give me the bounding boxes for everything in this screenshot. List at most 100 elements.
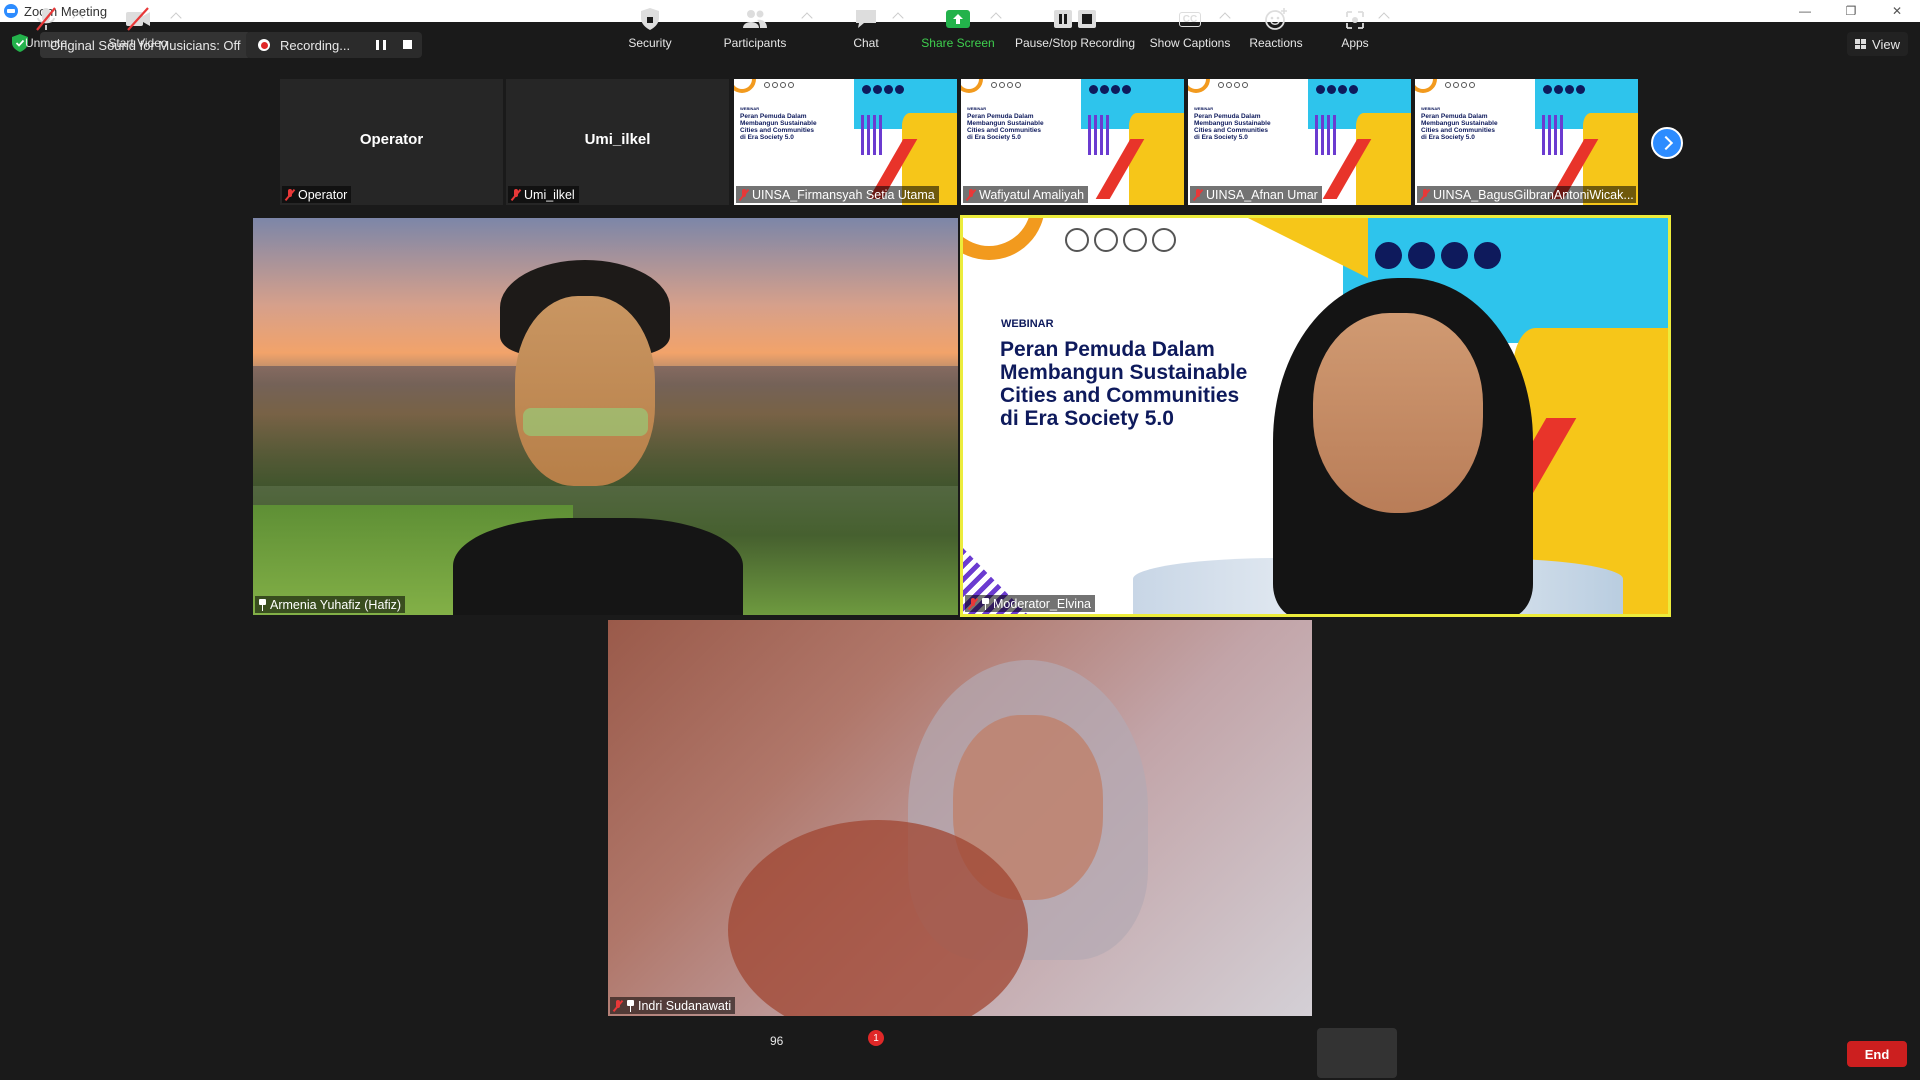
pin-icon — [258, 598, 267, 611]
reactions-button[interactable]: Reactions — [1246, 0, 1306, 56]
participants-label: Participants — [723, 36, 787, 50]
restore-icon[interactable]: ❐ — [1828, 0, 1874, 22]
pause-stop-recording-label: Pause/Stop Recording — [1014, 36, 1136, 50]
participant-name-tag: Wafiyatul Amaliyah — [963, 186, 1089, 203]
slide-webinar-text: WEBINAR — [1194, 106, 1214, 111]
participants-button[interactable]: Participants — [718, 0, 792, 56]
unmute-button[interactable]: Unmute — [18, 0, 74, 56]
shield-icon — [641, 8, 659, 30]
stop-recording-icon[interactable] — [403, 40, 412, 49]
share-screen-button[interactable]: Share Screen — [920, 0, 996, 56]
pin-icon — [981, 597, 990, 610]
participant-name-tag: Operator — [282, 186, 352, 203]
participant-name-tag: Umi_ilkel — [508, 186, 579, 203]
start-video-label: Start Video — [108, 36, 168, 50]
apps-icon — [1346, 11, 1364, 29]
participant-name: UINSA_Firmansyah Setia Utama — [752, 187, 935, 202]
slide-title: Peran Pemuda Dalam Membangun Sustainable C… — [740, 113, 817, 142]
end-label: End — [1864, 1046, 1890, 1062]
participant-name-large: Operator — [359, 131, 424, 148]
reactions-icon — [1265, 8, 1287, 30]
zoom-app-icon — [4, 4, 18, 18]
show-captions-label: Show Captions — [1149, 36, 1231, 50]
view-label: View — [1872, 36, 1900, 52]
apps-button[interactable]: Apps — [1327, 0, 1383, 56]
participant-thumb-bagus[interactable]: WEBINAR Peran Pemuda Dalam Membangun Sust… — [1415, 79, 1638, 205]
unmute-label: Unmute — [24, 36, 68, 50]
participants-icon — [743, 10, 767, 28]
participant-video-face — [515, 296, 655, 486]
participant-video-face — [1313, 313, 1483, 513]
participant-name: Umi_ilkel — [524, 187, 575, 202]
share-screen-label: Share Screen — [921, 36, 995, 50]
participant-name: Wafiyatul Amaliyah — [979, 187, 1085, 202]
participant-thumb-wafiyatul[interactable]: WEBINAR Peran Pemuda Dalam Membangun Sust… — [961, 79, 1184, 205]
pause-recording-icon[interactable] — [376, 40, 386, 50]
pin-icon — [626, 999, 635, 1012]
slide-title: Peran Pemuda Dalam Membangun Sustainable C… — [1194, 113, 1271, 142]
participant-thumb-afnan[interactable]: WEBINAR Peran Pemuda Dalam Membangun Sust… — [1188, 79, 1411, 205]
participant-name: UINSA_BagusGilbranAntoniWicak... — [1433, 187, 1634, 202]
participant-name: Indri Sudanawati — [638, 998, 732, 1013]
chat-button[interactable]: Chat — [846, 0, 886, 56]
participant-name-tag: Indri Sudanawati — [610, 997, 736, 1014]
meeting-toolbar — [0, 1024, 1920, 1080]
recording-label: Recording... — [280, 37, 351, 53]
participant-name: Moderator_Elvina — [993, 596, 1091, 611]
mic-muted-icon — [968, 597, 978, 610]
video-tile-indri[interactable]: Indri Sudanawati — [608, 620, 1312, 1016]
participant-thumb-umi[interactable]: Umi_ilkel Umi_ilkel — [506, 79, 729, 205]
next-page-arrow-icon[interactable] — [1651, 127, 1683, 159]
mic-muted-icon — [36, 7, 56, 31]
recording-indicator: Recording... — [246, 32, 422, 58]
video-off-icon — [126, 7, 150, 31]
minimize-icon[interactable]: — — [1782, 0, 1828, 22]
mic-muted-icon — [1420, 188, 1430, 201]
slide-title: Peran Pemuda Dalam Membangun Sustainable C… — [1000, 338, 1248, 431]
video-tile-moderator[interactable]: WEBINAR Peran Pemuda Dalam Membangun Sust… — [960, 215, 1671, 617]
video-tile-armenia[interactable]: Armenia Yuhafiz (Hafiz) — [253, 218, 958, 615]
participant-name-tag: Armenia Yuhafiz (Hafiz) — [255, 596, 406, 613]
security-button[interactable]: Security — [620, 0, 680, 56]
view-button[interactable]: View — [1847, 32, 1908, 56]
captions-icon: CC — [1176, 6, 1204, 32]
mic-muted-icon — [739, 188, 749, 201]
participant-thumb-operator[interactable]: Operator Operator — [280, 79, 503, 205]
participant-name-tag: UINSA_BagusGilbranAntoniWicak... — [1417, 186, 1636, 203]
apps-label: Apps — [1341, 36, 1369, 50]
chat-label: Chat — [853, 36, 879, 50]
mic-muted-icon — [285, 188, 295, 201]
chat-unread-badge: 1 — [868, 1030, 884, 1046]
close-icon[interactable]: ✕ — [1874, 0, 1920, 22]
start-video-button[interactable]: Start Video — [104, 0, 172, 56]
mic-muted-icon — [966, 188, 976, 201]
slide-title: Peran Pemuda Dalam Membangun Sustainable C… — [1421, 113, 1498, 142]
participant-name: UINSA_Afnan Umar — [1206, 187, 1318, 202]
chat-icon — [856, 10, 876, 28]
recording-dot-icon — [258, 39, 270, 51]
slide-webinar-text: WEBINAR — [1001, 318, 1054, 330]
participant-thumb-firmansyah[interactable]: WEBINAR Peran Pemuda Dalam Membangun Sust… — [734, 79, 957, 205]
window-controls: — ❐ ✕ — [1782, 0, 1920, 22]
grid-view-icon — [1855, 39, 1867, 49]
pause-stop-recording-button[interactable]: Pause/Stop Recording — [1013, 0, 1137, 56]
participant-name-tag: UINSA_Firmansyah Setia Utama — [736, 186, 939, 203]
slide-webinar-text: WEBINAR — [967, 106, 987, 111]
security-label: Security — [628, 36, 672, 50]
mic-muted-icon — [511, 188, 521, 201]
participant-name-large: Umi_ilkel — [584, 131, 651, 148]
mic-muted-icon — [613, 999, 623, 1012]
end-meeting-button[interactable]: End — [1847, 1041, 1907, 1067]
mic-muted-icon — [1193, 188, 1203, 201]
slide-webinar-text: WEBINAR — [740, 106, 760, 111]
participant-name: Operator — [298, 187, 348, 202]
reactions-label: Reactions — [1249, 36, 1303, 50]
show-captions-button[interactable]: CC Show Captions — [1148, 0, 1232, 56]
pause-stop-icon — [1054, 10, 1096, 28]
participant-name-tag: Moderator_Elvina — [965, 595, 1095, 612]
share-screen-icon — [946, 10, 970, 28]
participants-count: 96 — [770, 1034, 784, 1048]
participant-name-tag: UINSA_Afnan Umar — [1190, 186, 1322, 203]
slide-webinar-text: WEBINAR — [1421, 106, 1441, 111]
participant-name: Armenia Yuhafiz (Hafiz) — [270, 597, 402, 612]
